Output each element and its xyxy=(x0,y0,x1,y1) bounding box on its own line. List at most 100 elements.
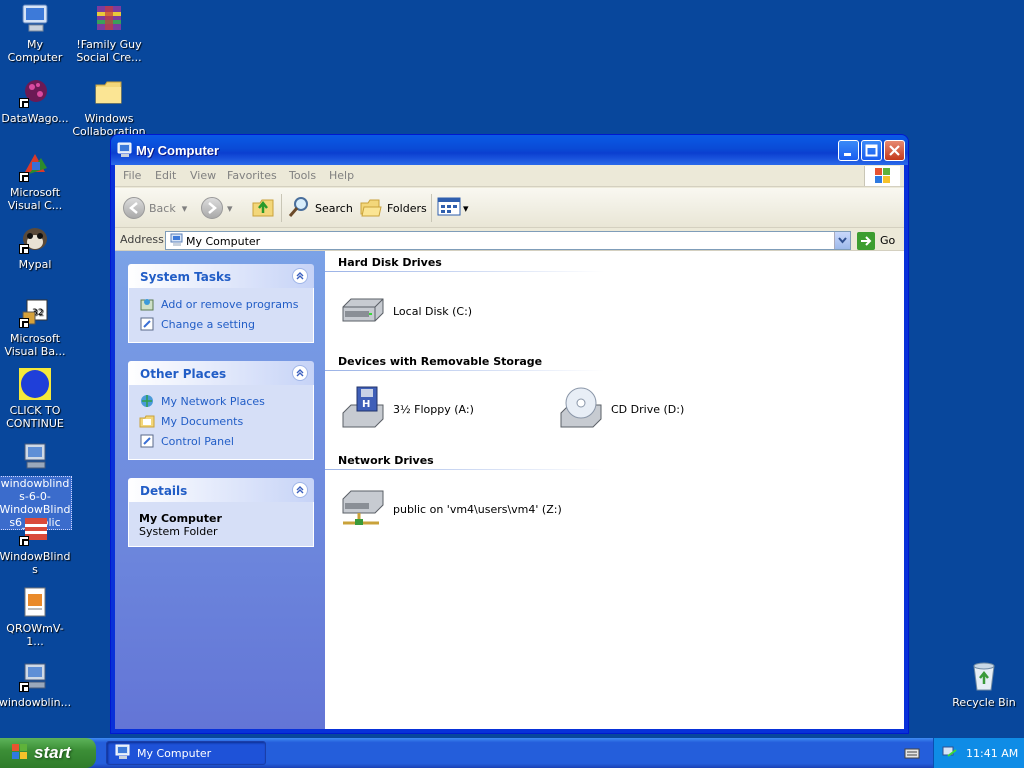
group-divider xyxy=(325,469,605,470)
views-button[interactable]: ▾ xyxy=(437,196,469,220)
my-computer-icon xyxy=(115,744,131,763)
installer-icon xyxy=(19,660,51,692)
visual-studio-icon xyxy=(19,150,51,182)
windows-logo-icon xyxy=(864,166,900,186)
maximize-button[interactable] xyxy=(861,140,882,161)
views-icon xyxy=(437,196,463,221)
windows-logo-icon xyxy=(10,742,30,765)
other-places-header[interactable]: Other Places xyxy=(128,361,314,385)
desktop-icon-windowblinds[interactable]: WindowBlinds xyxy=(0,514,72,576)
control-panel-icon xyxy=(139,316,155,332)
my-documents-icon xyxy=(139,413,155,429)
forward-arrow-icon xyxy=(201,197,223,219)
back-arrow-icon xyxy=(123,197,145,219)
desktop-icon-windows-collaboration[interactable]: Windows Collaboration xyxy=(72,76,146,138)
my-documents-link[interactable]: My Documents xyxy=(139,411,303,431)
clock[interactable]: 11:41 AM xyxy=(966,747,1018,760)
visual-basic-icon: 32 xyxy=(19,296,51,328)
my-computer-icon xyxy=(170,233,184,247)
drive-list: Hard Disk Drives Local Disk (C:) Devices… xyxy=(325,251,904,729)
recycle-bin-icon xyxy=(968,660,1000,692)
task-pane: System Tasks Add or remove programs Chan… xyxy=(115,251,325,729)
folders-button[interactable]: Folders xyxy=(359,196,427,220)
forward-dropdown-icon: ▾ xyxy=(227,201,233,215)
folder-up-icon xyxy=(251,195,275,222)
document-icon xyxy=(19,586,51,618)
collapse-chevron-icon[interactable] xyxy=(292,268,308,284)
menu-file[interactable]: File xyxy=(123,169,141,182)
add-remove-programs-link[interactable]: Add or remove programs xyxy=(139,294,303,314)
desktop-icon-datawagon[interactable]: DataWago... xyxy=(0,76,72,125)
menu-view[interactable]: View xyxy=(190,169,216,182)
address-value: My Computer xyxy=(186,235,261,248)
my-network-places-link[interactable]: My Network Places xyxy=(139,391,303,411)
control-panel-link[interactable]: Control Panel xyxy=(139,431,303,451)
drive-network-z[interactable]: public on 'vm4\users\vm4' (Z:) xyxy=(339,485,562,533)
go-button[interactable]: Go xyxy=(857,231,895,250)
my-computer-icon xyxy=(117,142,133,158)
floppy-drive-icon: H xyxy=(339,385,387,433)
add-remove-programs-icon xyxy=(139,296,155,312)
desktop-icon-windowblinds-2[interactable]: windowblin... xyxy=(0,660,72,709)
desktop-icon-family-guy[interactable]: !Family Guy Social Cre... xyxy=(72,2,146,64)
toolbar-separator xyxy=(431,194,432,222)
standard-toolbar: Back ▾ ▾ Search Folders ▾ xyxy=(115,188,904,228)
keyboard-icon[interactable] xyxy=(904,746,920,763)
folder-icon xyxy=(93,76,125,108)
hard-disk-icon xyxy=(339,287,387,335)
collapse-chevron-icon[interactable] xyxy=(292,365,308,381)
desktop-icon-recycle-bin[interactable]: Recycle Bin xyxy=(947,660,1021,709)
drive-cd-d[interactable]: CD Drive (D:) xyxy=(557,385,684,433)
system-tasks-header[interactable]: System Tasks xyxy=(128,264,314,288)
title-bar[interactable]: My Computer xyxy=(111,135,908,165)
minimize-button[interactable] xyxy=(838,140,859,161)
back-button[interactable]: Back ▾ xyxy=(123,196,187,220)
close-button[interactable] xyxy=(884,140,905,161)
desktop-icon-click-to-continue[interactable]: CLICK TO CONTINUE xyxy=(0,368,72,430)
system-tray: 11:41 AM xyxy=(933,738,1024,768)
menu-bar: File Edit View Favorites Tools Help xyxy=(115,165,904,187)
svg-text:H: H xyxy=(362,399,370,410)
mypal-icon xyxy=(19,222,51,254)
back-dropdown-icon: ▾ xyxy=(181,201,188,215)
group-divider xyxy=(325,370,605,371)
taskbar: start My Computer 11:41 AM xyxy=(0,738,1024,768)
archive-icon xyxy=(93,2,125,34)
address-bar: Address My Computer Go xyxy=(115,229,904,251)
window-title: My Computer xyxy=(136,143,220,158)
details-type: System Folder xyxy=(139,525,218,538)
address-dropdown-icon[interactable] xyxy=(834,232,850,249)
desktop-icon-visual-c[interactable]: Microsoft Visual C... xyxy=(0,150,72,212)
drive-floppy-a[interactable]: H 3½ Floppy (A:) xyxy=(339,385,474,433)
network-drive-icon xyxy=(339,485,387,533)
start-button[interactable]: start xyxy=(0,738,96,768)
menu-tools[interactable]: Tools xyxy=(289,169,316,182)
up-button[interactable] xyxy=(251,196,275,220)
details-header[interactable]: Details xyxy=(128,478,314,502)
views-dropdown-icon: ▾ xyxy=(463,201,469,215)
folders-icon xyxy=(359,195,383,222)
go-arrow-icon xyxy=(857,231,875,250)
menu-help[interactable]: Help xyxy=(329,169,354,182)
cd-drive-icon xyxy=(557,385,605,433)
system-tasks-panel: System Tasks Add or remove programs Chan… xyxy=(128,264,314,343)
taskbar-button-my-computer[interactable]: My Computer xyxy=(106,741,266,765)
collapse-chevron-icon[interactable] xyxy=(292,482,308,498)
group-divider xyxy=(325,271,605,272)
content-area: System Tasks Add or remove programs Chan… xyxy=(115,251,904,729)
windowblinds-icon xyxy=(19,514,51,546)
control-panel-icon xyxy=(139,433,155,449)
change-setting-link[interactable]: Change a setting xyxy=(139,314,303,334)
drive-local-disk-c[interactable]: Local Disk (C:) xyxy=(339,287,472,335)
desktop-icon-mypal[interactable]: Mypal xyxy=(0,222,72,271)
desktop-icon-visual-basic[interactable]: 32 Microsoft Visual Ba... xyxy=(0,296,72,358)
menu-edit[interactable]: Edit xyxy=(155,169,176,182)
network-tray-icon[interactable] xyxy=(942,744,958,763)
forward-button[interactable]: ▾ xyxy=(201,196,233,220)
my-computer-window: My Computer File Edit View Favorites Too… xyxy=(110,134,909,734)
search-button[interactable]: Search xyxy=(287,196,353,220)
desktop-icon-my-computer[interactable]: My Computer xyxy=(0,2,72,64)
address-field[interactable]: My Computer xyxy=(165,231,851,250)
menu-favorites[interactable]: Favorites xyxy=(227,169,277,182)
desktop-icon-qrowmv[interactable]: QROWmV-1... xyxy=(0,586,72,648)
